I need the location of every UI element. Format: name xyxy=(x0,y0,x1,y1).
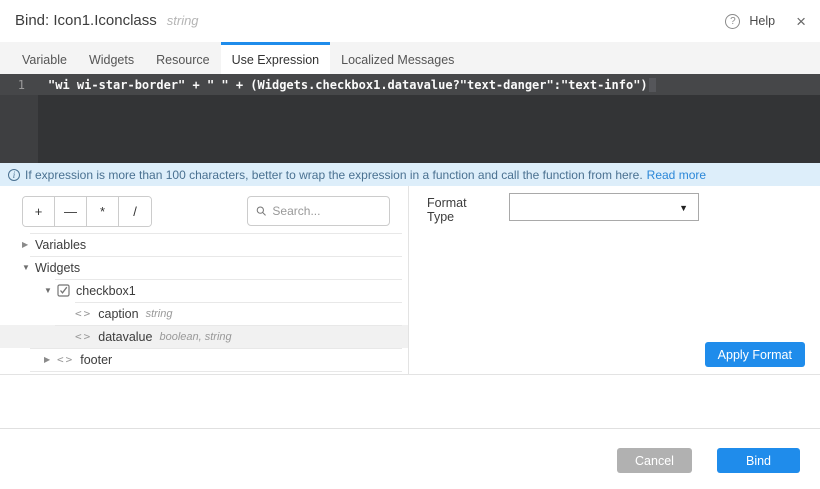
expression-builder-panel: +—*/ ▶Variables▼Widgets▼checkbox1<>capti… xyxy=(0,186,409,375)
bind-dialog: Bind: Icon1.Iconclass string ? Help × Var… xyxy=(0,0,820,489)
tree-item-label: Widgets xyxy=(35,261,80,275)
tree-item-widgets[interactable]: ▼Widgets xyxy=(0,256,408,279)
search-icon xyxy=(256,205,266,217)
search-input[interactable] xyxy=(272,204,381,218)
format-type-label: Format Type xyxy=(427,196,492,224)
search-box[interactable] xyxy=(247,196,390,226)
bind-button[interactable]: Bind xyxy=(717,448,800,473)
tree-item-datavalue[interactable]: <> datavalue boolean, string xyxy=(0,325,408,348)
operator-divide-button[interactable]: / xyxy=(119,197,151,226)
editor-cursor xyxy=(649,78,656,92)
tree-item-label: caption xyxy=(98,307,138,321)
tree-item-type: boolean, string xyxy=(159,331,231,343)
tree-item-checkbox1[interactable]: ▼ checkbox1 xyxy=(0,279,408,302)
tree-item-type: string xyxy=(146,308,173,320)
tab-use-expression[interactable]: Use Expression xyxy=(221,42,331,74)
info-bar-text: If expression is more than 100 character… xyxy=(25,168,643,182)
cancel-button[interactable]: Cancel xyxy=(617,448,692,473)
dialog-title: Bind: Icon1.Iconclass string xyxy=(15,12,199,29)
content-area: +—*/ ▶Variables▼Widgets▼checkbox1<>capti… xyxy=(0,186,820,375)
tree-item-label: Variables xyxy=(35,238,86,252)
info-bar: i If expression is more than 100 charact… xyxy=(0,163,820,186)
help-button[interactable]: Help xyxy=(749,14,775,28)
tree-item-footer[interactable]: ▶<> footer xyxy=(0,348,408,371)
format-type-select[interactable]: ▼ xyxy=(509,193,699,221)
dialog-footer: Cancel Bind xyxy=(0,429,820,489)
tree-item-variables[interactable]: ▶Variables xyxy=(0,233,408,256)
editor-code-line[interactable]: "wi wi-star-border" + " " + (Widgets.che… xyxy=(38,78,648,92)
binding-tree: ▶Variables▼Widgets▼checkbox1<>captionstr… xyxy=(0,233,408,372)
operator-button-group: +—*/ xyxy=(22,196,152,227)
tree-bottom-divider xyxy=(0,371,408,372)
dialog-title-text: Bind: Icon1.Iconclass xyxy=(15,12,157,29)
operator-plus-button[interactable]: + xyxy=(23,197,55,226)
chevron-collapsed-icon[interactable]: ▶ xyxy=(22,240,35,249)
editor-line-number: 1 xyxy=(0,78,38,92)
tab-variable[interactable]: Variable xyxy=(11,42,78,74)
tab-localized-messages[interactable]: Localized Messages xyxy=(330,42,465,74)
info-icon: i xyxy=(8,169,20,181)
title-bar: Bind: Icon1.Iconclass string ? Help × xyxy=(0,0,820,42)
tree-item-caption[interactable]: <> caption string xyxy=(0,302,408,325)
property-code-icon: <> xyxy=(57,353,74,366)
help-icon[interactable]: ? xyxy=(725,14,740,29)
read-more-link[interactable]: Read more xyxy=(647,168,706,182)
tab-widgets[interactable]: Widgets xyxy=(78,42,145,74)
chevron-collapsed-icon[interactable]: ▶ xyxy=(44,355,57,364)
chevron-expanded-icon[interactable]: ▼ xyxy=(22,263,35,272)
tree-item-label: datavalue xyxy=(98,330,152,344)
operator-minus-button[interactable]: — xyxy=(55,197,87,226)
chevron-down-icon: ▼ xyxy=(679,203,688,213)
dialog-title-type: string xyxy=(167,13,199,28)
chevron-expanded-icon[interactable]: ▼ xyxy=(44,286,57,295)
apply-format-button[interactable]: Apply Format xyxy=(705,342,805,367)
checkbox-widget-icon xyxy=(57,284,70,297)
operator-multiply-button[interactable]: * xyxy=(87,197,119,226)
close-icon[interactable]: × xyxy=(796,13,806,30)
format-panel: Format Type ▼ Apply Format xyxy=(410,186,820,375)
tab-bar: VariableWidgetsResourceUse ExpressionLoc… xyxy=(0,42,820,74)
property-code-icon: <> xyxy=(75,330,92,343)
tree-item-label: checkbox1 xyxy=(76,284,136,298)
tab-resource[interactable]: Resource xyxy=(145,42,221,74)
expression-editor[interactable]: 1 "wi wi-star-border" + " " + (Widgets.c… xyxy=(0,74,820,163)
property-code-icon: <> xyxy=(75,307,92,320)
tree-item-label: footer xyxy=(80,353,112,367)
